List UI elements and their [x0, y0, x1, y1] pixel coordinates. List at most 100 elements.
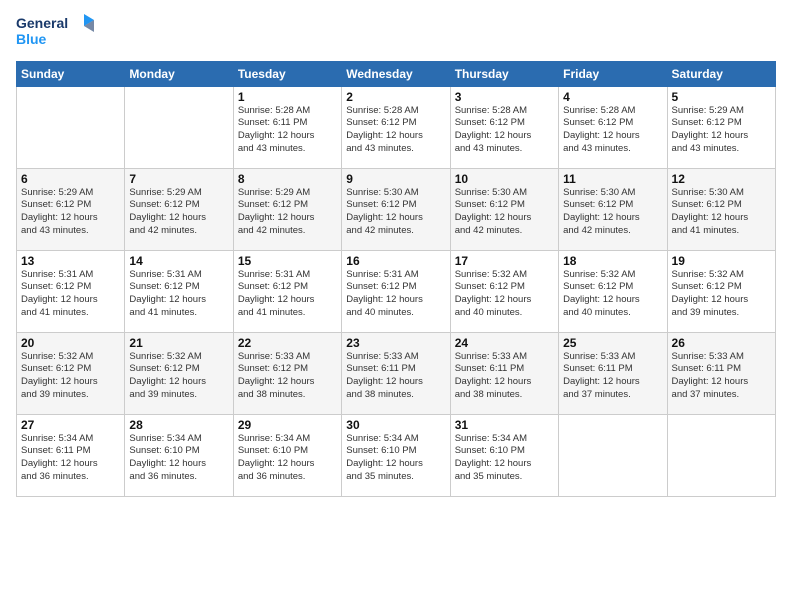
day-number: 17	[455, 254, 554, 268]
weekday-header-row: SundayMondayTuesdayWednesdayThursdayFrid…	[17, 61, 776, 86]
day-info: Sunrise: 5:28 AM Sunset: 6:12 PM Dayligh…	[455, 105, 554, 156]
day-info: Sunrise: 5:32 AM Sunset: 6:12 PM Dayligh…	[129, 351, 228, 402]
day-info: Sunrise: 5:29 AM Sunset: 6:12 PM Dayligh…	[672, 105, 771, 156]
day-cell: 27Sunrise: 5:34 AM Sunset: 6:11 PM Dayli…	[17, 414, 125, 496]
day-number: 27	[21, 418, 120, 432]
day-info: Sunrise: 5:32 AM Sunset: 6:12 PM Dayligh…	[672, 269, 771, 320]
page: General Blue SundayMondayTuesdayWednesda…	[0, 0, 792, 612]
day-cell	[17, 86, 125, 168]
day-cell	[559, 414, 667, 496]
day-info: Sunrise: 5:33 AM Sunset: 6:11 PM Dayligh…	[672, 351, 771, 402]
day-cell: 4Sunrise: 5:28 AM Sunset: 6:12 PM Daylig…	[559, 86, 667, 168]
day-number: 26	[672, 336, 771, 350]
week-row-4: 20Sunrise: 5:32 AM Sunset: 6:12 PM Dayli…	[17, 332, 776, 414]
day-cell: 9Sunrise: 5:30 AM Sunset: 6:12 PM Daylig…	[342, 168, 450, 250]
day-info: Sunrise: 5:31 AM Sunset: 6:12 PM Dayligh…	[129, 269, 228, 320]
day-number: 23	[346, 336, 445, 350]
day-cell	[667, 414, 775, 496]
day-number: 31	[455, 418, 554, 432]
day-cell	[125, 86, 233, 168]
day-number: 15	[238, 254, 337, 268]
weekday-sunday: Sunday	[17, 61, 125, 86]
day-cell: 14Sunrise: 5:31 AM Sunset: 6:12 PM Dayli…	[125, 250, 233, 332]
day-info: Sunrise: 5:32 AM Sunset: 6:12 PM Dayligh…	[455, 269, 554, 320]
day-info: Sunrise: 5:31 AM Sunset: 6:12 PM Dayligh…	[238, 269, 337, 320]
day-cell: 16Sunrise: 5:31 AM Sunset: 6:12 PM Dayli…	[342, 250, 450, 332]
day-cell: 21Sunrise: 5:32 AM Sunset: 6:12 PM Dayli…	[125, 332, 233, 414]
day-number: 7	[129, 172, 228, 186]
logo-text-block: General Blue	[16, 12, 96, 55]
day-number: 22	[238, 336, 337, 350]
day-info: Sunrise: 5:31 AM Sunset: 6:12 PM Dayligh…	[21, 269, 120, 320]
day-number: 11	[563, 172, 662, 186]
day-number: 2	[346, 90, 445, 104]
day-cell: 23Sunrise: 5:33 AM Sunset: 6:11 PM Dayli…	[342, 332, 450, 414]
day-cell: 13Sunrise: 5:31 AM Sunset: 6:12 PM Dayli…	[17, 250, 125, 332]
day-info: Sunrise: 5:28 AM Sunset: 6:12 PM Dayligh…	[346, 105, 445, 156]
day-cell: 26Sunrise: 5:33 AM Sunset: 6:11 PM Dayli…	[667, 332, 775, 414]
day-number: 30	[346, 418, 445, 432]
day-cell: 7Sunrise: 5:29 AM Sunset: 6:12 PM Daylig…	[125, 168, 233, 250]
day-cell: 15Sunrise: 5:31 AM Sunset: 6:12 PM Dayli…	[233, 250, 341, 332]
logo-svg: General Blue	[16, 12, 96, 50]
svg-text:General: General	[16, 15, 68, 31]
day-info: Sunrise: 5:34 AM Sunset: 6:10 PM Dayligh…	[455, 433, 554, 484]
day-number: 10	[455, 172, 554, 186]
week-row-1: 1Sunrise: 5:28 AM Sunset: 6:11 PM Daylig…	[17, 86, 776, 168]
weekday-thursday: Thursday	[450, 61, 558, 86]
day-number: 24	[455, 336, 554, 350]
day-cell: 2Sunrise: 5:28 AM Sunset: 6:12 PM Daylig…	[342, 86, 450, 168]
week-row-3: 13Sunrise: 5:31 AM Sunset: 6:12 PM Dayli…	[17, 250, 776, 332]
day-info: Sunrise: 5:34 AM Sunset: 6:10 PM Dayligh…	[238, 433, 337, 484]
day-info: Sunrise: 5:34 AM Sunset: 6:10 PM Dayligh…	[346, 433, 445, 484]
day-number: 18	[563, 254, 662, 268]
day-cell: 8Sunrise: 5:29 AM Sunset: 6:12 PM Daylig…	[233, 168, 341, 250]
day-number: 20	[21, 336, 120, 350]
weekday-monday: Monday	[125, 61, 233, 86]
day-info: Sunrise: 5:32 AM Sunset: 6:12 PM Dayligh…	[563, 269, 662, 320]
day-number: 3	[455, 90, 554, 104]
week-row-5: 27Sunrise: 5:34 AM Sunset: 6:11 PM Dayli…	[17, 414, 776, 496]
day-cell: 22Sunrise: 5:33 AM Sunset: 6:12 PM Dayli…	[233, 332, 341, 414]
day-info: Sunrise: 5:29 AM Sunset: 6:12 PM Dayligh…	[21, 187, 120, 238]
week-row-2: 6Sunrise: 5:29 AM Sunset: 6:12 PM Daylig…	[17, 168, 776, 250]
logo: General Blue	[16, 12, 96, 55]
day-number: 25	[563, 336, 662, 350]
day-number: 8	[238, 172, 337, 186]
day-info: Sunrise: 5:34 AM Sunset: 6:11 PM Dayligh…	[21, 433, 120, 484]
day-number: 5	[672, 90, 771, 104]
day-number: 16	[346, 254, 445, 268]
day-cell: 10Sunrise: 5:30 AM Sunset: 6:12 PM Dayli…	[450, 168, 558, 250]
day-cell: 1Sunrise: 5:28 AM Sunset: 6:11 PM Daylig…	[233, 86, 341, 168]
day-number: 28	[129, 418, 228, 432]
day-info: Sunrise: 5:34 AM Sunset: 6:10 PM Dayligh…	[129, 433, 228, 484]
day-info: Sunrise: 5:29 AM Sunset: 6:12 PM Dayligh…	[129, 187, 228, 238]
day-number: 1	[238, 90, 337, 104]
day-cell: 19Sunrise: 5:32 AM Sunset: 6:12 PM Dayli…	[667, 250, 775, 332]
day-number: 21	[129, 336, 228, 350]
day-info: Sunrise: 5:28 AM Sunset: 6:12 PM Dayligh…	[563, 105, 662, 156]
day-number: 14	[129, 254, 228, 268]
weekday-saturday: Saturday	[667, 61, 775, 86]
day-cell: 29Sunrise: 5:34 AM Sunset: 6:10 PM Dayli…	[233, 414, 341, 496]
day-cell: 18Sunrise: 5:32 AM Sunset: 6:12 PM Dayli…	[559, 250, 667, 332]
day-number: 9	[346, 172, 445, 186]
day-cell: 12Sunrise: 5:30 AM Sunset: 6:12 PM Dayli…	[667, 168, 775, 250]
day-number: 4	[563, 90, 662, 104]
day-cell: 6Sunrise: 5:29 AM Sunset: 6:12 PM Daylig…	[17, 168, 125, 250]
calendar: SundayMondayTuesdayWednesdayThursdayFrid…	[16, 61, 776, 497]
day-info: Sunrise: 5:30 AM Sunset: 6:12 PM Dayligh…	[346, 187, 445, 238]
day-cell: 11Sunrise: 5:30 AM Sunset: 6:12 PM Dayli…	[559, 168, 667, 250]
day-cell: 25Sunrise: 5:33 AM Sunset: 6:11 PM Dayli…	[559, 332, 667, 414]
weekday-friday: Friday	[559, 61, 667, 86]
header: General Blue	[16, 12, 776, 55]
day-cell: 24Sunrise: 5:33 AM Sunset: 6:11 PM Dayli…	[450, 332, 558, 414]
day-cell: 20Sunrise: 5:32 AM Sunset: 6:12 PM Dayli…	[17, 332, 125, 414]
day-info: Sunrise: 5:33 AM Sunset: 6:12 PM Dayligh…	[238, 351, 337, 402]
day-cell: 3Sunrise: 5:28 AM Sunset: 6:12 PM Daylig…	[450, 86, 558, 168]
day-number: 29	[238, 418, 337, 432]
day-info: Sunrise: 5:30 AM Sunset: 6:12 PM Dayligh…	[455, 187, 554, 238]
day-cell: 30Sunrise: 5:34 AM Sunset: 6:10 PM Dayli…	[342, 414, 450, 496]
day-info: Sunrise: 5:32 AM Sunset: 6:12 PM Dayligh…	[21, 351, 120, 402]
day-cell: 28Sunrise: 5:34 AM Sunset: 6:10 PM Dayli…	[125, 414, 233, 496]
